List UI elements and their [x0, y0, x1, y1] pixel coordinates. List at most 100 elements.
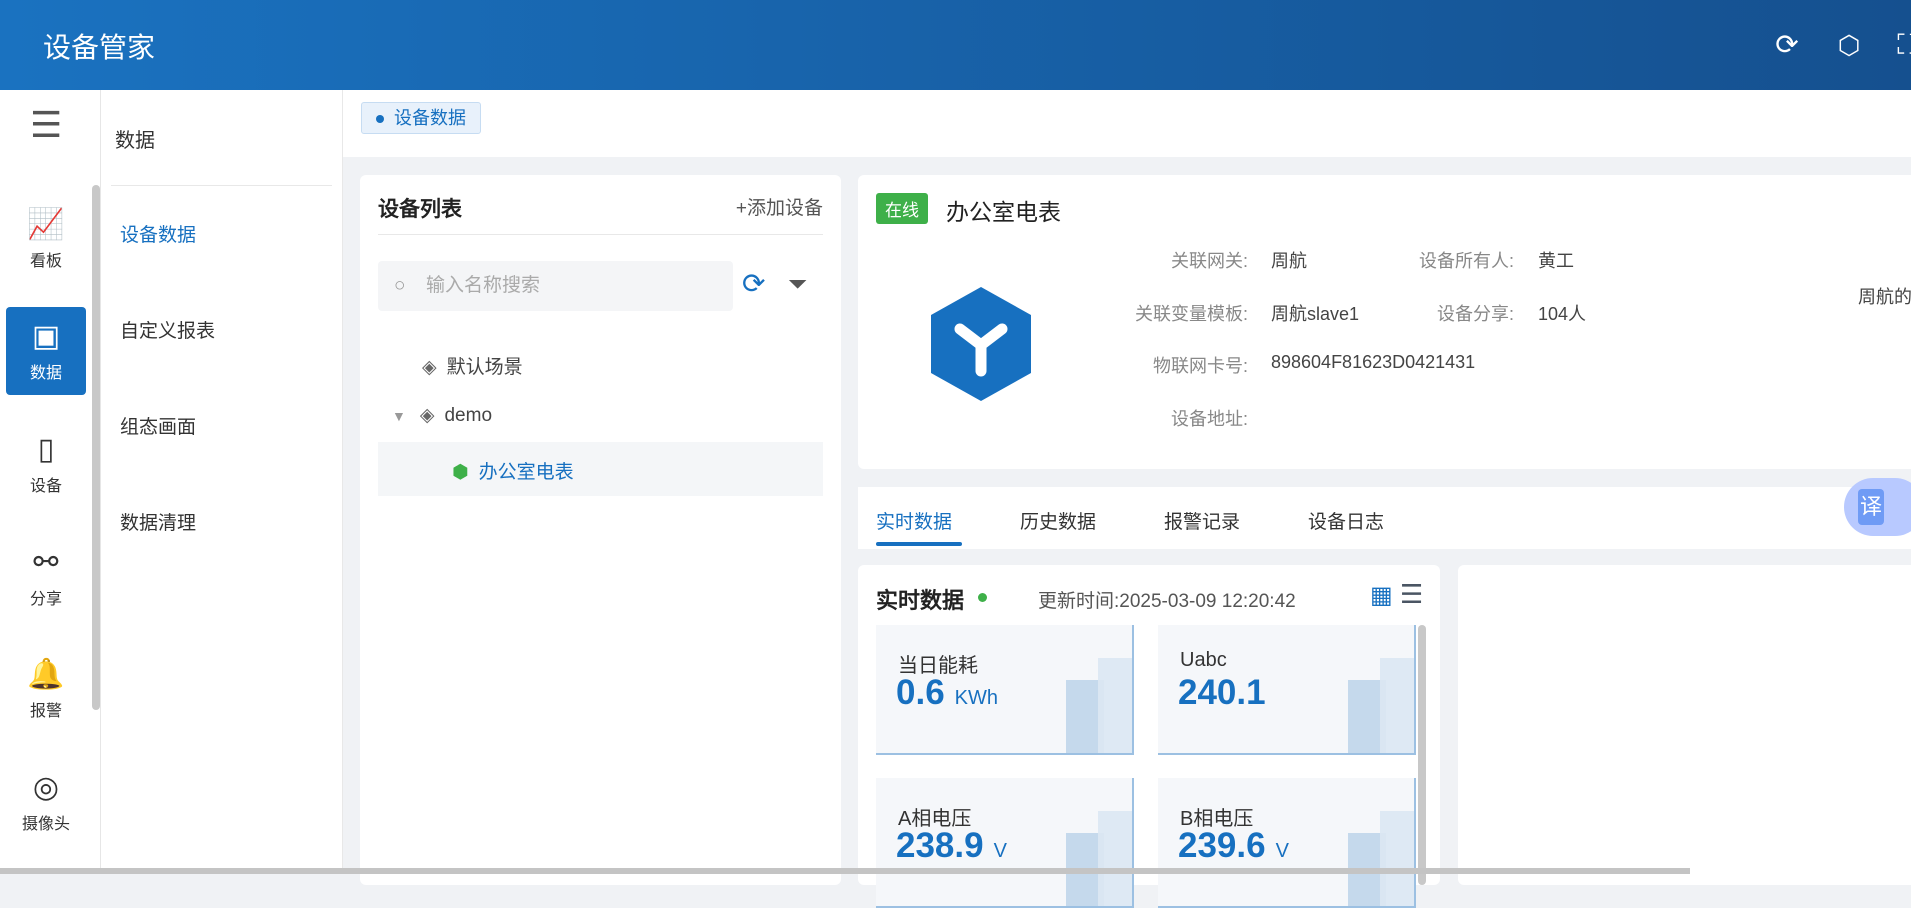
device-info-card: 在线 办公室电表 关联网关: 周航 关联变量模板: 周航slave1 物联网卡号…: [858, 175, 1911, 469]
value: 0.6: [896, 673, 945, 712]
tile-name: Uabc: [1180, 649, 1227, 671]
tile-value: 240.1: [1178, 673, 1276, 713]
data-tile[interactable]: B相电压 239.6 V: [1158, 778, 1416, 908]
divider: [111, 185, 332, 186]
rail-item-share[interactable]: ⚯ 分享: [6, 533, 86, 621]
status-badge: 在线: [876, 193, 928, 224]
dashboard-icon: 📈: [27, 208, 65, 241]
update-label: 更新时间:: [1038, 591, 1120, 612]
sidebar-title: 数据: [115, 130, 155, 152]
tag-bar: 设备数据: [343, 90, 1911, 157]
rail-label: 看板: [29, 253, 62, 270]
rail-label: 报警: [29, 703, 62, 720]
sidebar-item-scada[interactable]: 组态画面: [120, 412, 196, 439]
refresh-list-icon[interactable]: ⟳: [742, 267, 765, 300]
bar-decoration: [1098, 811, 1132, 906]
tab-history[interactable]: 历史数据: [1020, 507, 1096, 534]
device-hex-icon: ⬢: [452, 462, 469, 483]
top-header: 设备管家 ⟳ ⬡ ⛶: [0, 0, 1911, 90]
translate-button[interactable]: 译: [1844, 478, 1911, 536]
device-logo-icon: [931, 287, 1031, 401]
tiles-scrollbar[interactable]: [1418, 625, 1426, 885]
rail-item-data[interactable]: ▣ 数据: [6, 307, 86, 395]
fullscreen-icon[interactable]: ⛶: [1890, 28, 1911, 62]
app-title: 设备管家: [43, 32, 156, 63]
value: 238.9: [896, 826, 984, 865]
update-value: 2025-03-09 12:20:42: [1119, 591, 1296, 612]
rail-label: 摄像头: [21, 816, 70, 833]
tab-tag-device-data[interactable]: 设备数据: [361, 102, 481, 134]
field-label: 设备地址:: [1170, 409, 1248, 429]
icon-rail: ☰ 📈 看板 ▣ 数据 ▯ 设备 ⚯ 分享 🔔 报警 ◎ 摄像头: [0, 90, 101, 874]
add-device-button[interactable]: +添加设备: [736, 193, 823, 220]
divider: [378, 234, 823, 235]
rail-label: 分享: [29, 591, 62, 608]
unit: V: [1275, 840, 1289, 862]
field-label: 设备分享:: [1436, 304, 1514, 324]
list-view-icon[interactable]: ☰: [1400, 579, 1423, 610]
sidebar-item-custom-report[interactable]: 自定义报表: [120, 316, 215, 343]
field-value: 黄工: [1538, 251, 1574, 271]
bar-decoration: [1380, 811, 1414, 906]
sub-sidebar: 数据 设备数据 自定义报表 组态画面 数据清理: [101, 90, 343, 874]
realtime-title: 实时数据: [876, 588, 965, 613]
rail-item-alarm[interactable]: 🔔 报警: [6, 645, 86, 733]
sidebar-item-device-data[interactable]: 设备数据: [120, 220, 196, 247]
layers-icon: ◈: [419, 405, 435, 426]
bar-decoration: [1098, 658, 1132, 753]
data-tile[interactable]: A相电压 238.9 V: [876, 778, 1134, 908]
camera-icon: ◎: [32, 771, 60, 804]
data-tile[interactable]: Uabc 240.1: [1158, 625, 1416, 755]
unit: KWh: [954, 687, 998, 709]
rail-item-device[interactable]: ▯ 设备: [6, 420, 86, 508]
dot-icon: [376, 115, 384, 124]
page-horizontal-scrollbar[interactable]: [0, 868, 1690, 874]
rail-item-camera[interactable]: ◎ 摄像头: [6, 758, 86, 846]
grid-view-icon[interactable]: ▦: [1370, 581, 1393, 610]
chart-icon: ▣: [31, 320, 61, 353]
tile-value: 239.6 V: [1178, 826, 1289, 866]
search-placeholder: 输入名称搜索: [426, 275, 541, 296]
data-tile[interactable]: 当日能耗 0.6 KWh: [876, 625, 1134, 755]
tab-logs[interactable]: 设备日志: [1308, 507, 1384, 534]
tree-label: demo: [444, 405, 493, 426]
rail-scrollbar[interactable]: [92, 185, 100, 710]
field-value: 104人: [1538, 304, 1587, 324]
rail-label: 设备: [29, 478, 62, 495]
tree-label: 默认场景: [446, 357, 523, 378]
unit: V: [993, 840, 1007, 862]
tree-node-demo[interactable]: ▼ ◈ demo: [392, 404, 492, 427]
tab-alarms[interactable]: 报警记录: [1164, 507, 1240, 534]
field-value: 周航: [1271, 251, 1307, 271]
translate-icon: 译: [1858, 489, 1884, 525]
live-dot-icon: [978, 593, 987, 602]
field-label: 物联网卡号:: [1152, 356, 1248, 376]
caret-down-icon: ▼: [392, 408, 406, 424]
tile-value: 238.9 V: [896, 826, 1007, 866]
refresh-icon[interactable]: ⟳: [1770, 28, 1804, 62]
sidebar-item-data-cleanup[interactable]: 数据清理: [120, 508, 196, 535]
filter-icon[interactable]: ⏷: [788, 271, 807, 299]
menu-collapse-icon[interactable]: ☰: [30, 104, 62, 146]
field-label: 设备所有人:: [1418, 251, 1514, 271]
layers-icon: ◈: [422, 357, 437, 378]
detail-tabs: 实时数据 历史数据 报警记录 设备日志: [858, 487, 1911, 549]
tree-label: 办公室电表: [478, 462, 574, 483]
device-list-title: 设备列表: [378, 198, 462, 221]
chart-panel: [1458, 565, 1911, 885]
device-name: 办公室电表: [946, 199, 1061, 225]
tab-realtime[interactable]: 实时数据: [876, 507, 952, 534]
active-tab-indicator: [876, 542, 962, 546]
settings-icon[interactable]: ⬡: [1832, 28, 1866, 62]
field-label: 关联变量模板:: [1134, 304, 1248, 324]
tree-node-selected-bg: [378, 442, 823, 496]
tag-label: 设备数据: [394, 108, 466, 128]
field-label: 关联网关:: [1170, 251, 1248, 271]
rail-label: 数据: [29, 365, 62, 382]
device-icon: ▯: [37, 433, 55, 466]
search-input[interactable]: ○ 输入名称搜索: [378, 261, 733, 311]
tree-node-office-meter[interactable]: ⬢ 办公室电表: [452, 457, 574, 484]
tree-node-default-scene[interactable]: ◈ 默认场景: [422, 352, 523, 379]
bar-decoration: [1380, 658, 1414, 753]
rail-item-dashboard[interactable]: 📈 看板: [6, 195, 86, 283]
